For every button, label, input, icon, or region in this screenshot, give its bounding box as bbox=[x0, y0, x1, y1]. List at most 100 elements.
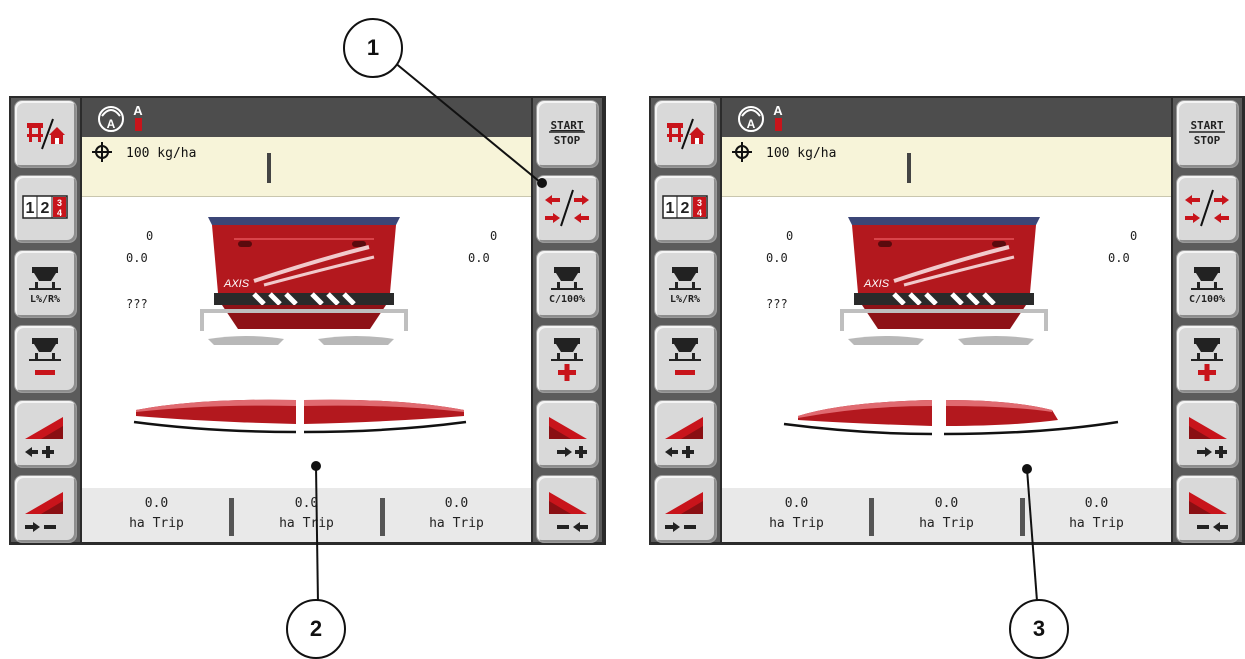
digits-button[interactable]: 1 2 3 4 bbox=[654, 175, 717, 243]
trip-value: 0.0 bbox=[934, 496, 959, 511]
spread-pattern bbox=[133, 399, 467, 434]
digit-2: 2 bbox=[41, 200, 50, 217]
gps-auto-icon: A A bbox=[98, 103, 143, 132]
decrease-right-width-button[interactable] bbox=[536, 475, 599, 543]
decrease-right-icon bbox=[549, 492, 588, 532]
increase-right-icon bbox=[1189, 417, 1227, 458]
arrows-swap-icon bbox=[1185, 189, 1229, 227]
right-flow: 0.0 bbox=[468, 251, 490, 265]
increase-right-width-button[interactable] bbox=[1176, 400, 1239, 468]
decrease-left-width-button[interactable] bbox=[14, 475, 77, 543]
svg-text:A: A bbox=[133, 103, 143, 118]
left-button-column: 1 2 3 4 L%/R% bbox=[651, 98, 720, 543]
arrows-swap-icon bbox=[545, 189, 589, 227]
trip-value: 0.0 bbox=[294, 496, 319, 511]
lr-percent-label: L%/R% bbox=[30, 294, 60, 305]
left-flow: 0.0 bbox=[766, 251, 788, 265]
spreader-machine-image: AXIS bbox=[840, 217, 1048, 345]
minus-icon bbox=[29, 338, 61, 375]
lr-percent-icon: L%/R% bbox=[669, 267, 701, 305]
decrease-rate-button[interactable] bbox=[14, 325, 77, 393]
digits-button[interactable]: 1 2 3 4 bbox=[14, 175, 77, 243]
start-stop-button[interactable]: START STOP bbox=[1176, 100, 1239, 168]
trip-counters: 0.0 ha Trip 0.0 ha Trip 0.0 ha Trip bbox=[82, 488, 531, 542]
digit-1: 1 bbox=[666, 200, 675, 217]
terminal-screen-1: 1 2 3 4 L%/R% A A 100 kg/ha 0 0.0 ??? 0 … bbox=[9, 96, 606, 545]
svg-text:A: A bbox=[773, 103, 783, 118]
spreader-machine-image: AXIS bbox=[200, 217, 408, 345]
main-display: A A 100 kg/ha 0 0.0 ??? 0 0.0 AXIS 0.0 h… bbox=[82, 98, 531, 542]
terminal-screen-2: 1 2 3 4 L%/R% A A 100 kg/ha 0 0.0 ??? 0 … bbox=[649, 96, 1245, 545]
digit-2: 2 bbox=[681, 200, 690, 217]
callout-1: 1 bbox=[343, 18, 403, 78]
lr-percent-icon: L%/R% bbox=[29, 267, 61, 305]
increase-right-icon bbox=[549, 417, 587, 458]
digit-4: 4 bbox=[57, 208, 62, 218]
trip-label: ha Trip bbox=[769, 516, 824, 531]
trip-label: ha Trip bbox=[1069, 516, 1124, 531]
plus-icon bbox=[551, 338, 583, 381]
rate-info-bar: 100 kg/ha bbox=[82, 137, 531, 197]
rate-cursor bbox=[907, 153, 911, 183]
lr-percent-label: L%/R% bbox=[670, 294, 700, 305]
digit-3: 3 bbox=[57, 198, 62, 208]
right-count: 0 bbox=[1130, 229, 1138, 243]
switch-direction-button[interactable] bbox=[1176, 175, 1239, 243]
increase-right-width-button[interactable] bbox=[536, 400, 599, 468]
c-100-label: C/100% bbox=[1189, 294, 1225, 305]
c-100-label: C/100% bbox=[549, 294, 585, 305]
decrease-right-width-button[interactable] bbox=[1176, 475, 1239, 543]
decrease-left-width-button[interactable] bbox=[654, 475, 717, 543]
right-flow: 0.0 bbox=[1108, 251, 1130, 265]
trip-counter-1: 0.0 ha Trip bbox=[82, 488, 231, 542]
start-stop-icon: START STOP bbox=[1189, 119, 1225, 147]
decrease-left-icon bbox=[665, 492, 703, 532]
digit-1: 1 bbox=[26, 200, 35, 217]
machine-brand-label: AXIS bbox=[863, 278, 890, 290]
stop-label: STOP bbox=[1194, 134, 1221, 147]
target-rate-icon bbox=[732, 142, 752, 162]
trip-counter-3: 0.0 ha Trip bbox=[382, 488, 531, 542]
callout-2: 2 bbox=[286, 599, 346, 659]
increase-left-width-button[interactable] bbox=[14, 400, 77, 468]
increase-rate-button[interactable] bbox=[1176, 325, 1239, 393]
decrease-rate-button[interactable] bbox=[654, 325, 717, 393]
gps-auto-icon: A A bbox=[738, 103, 783, 132]
trip-counters: 0.0 ha Trip 0.0 ha Trip 0.0 ha Trip bbox=[722, 488, 1171, 542]
start-stop-button[interactable]: START STOP bbox=[536, 100, 599, 168]
home-button[interactable] bbox=[654, 100, 717, 168]
start-label: START bbox=[1190, 119, 1223, 132]
status-bar: A A bbox=[722, 98, 1171, 137]
lr-percent-button[interactable]: L%/R% bbox=[654, 250, 717, 318]
rate-cursor bbox=[267, 153, 271, 183]
lr-percent-button[interactable]: L%/R% bbox=[14, 250, 77, 318]
machine-home-icon bbox=[667, 118, 705, 150]
switch-direction-button[interactable] bbox=[536, 175, 599, 243]
trip-counter-1: 0.0 ha Trip bbox=[722, 488, 871, 542]
start-stop-icon: START STOP bbox=[549, 119, 585, 147]
increase-rate-button[interactable] bbox=[536, 325, 599, 393]
trip-counter-3: 0.0 ha Trip bbox=[1022, 488, 1171, 542]
c-100-percent-button[interactable]: C/100% bbox=[536, 250, 599, 318]
c-100-percent-button[interactable]: C/100% bbox=[1176, 250, 1239, 318]
rate-info-bar: 100 kg/ha bbox=[722, 137, 1171, 197]
left-count: 0 bbox=[146, 229, 154, 243]
digit-4: 4 bbox=[697, 208, 702, 218]
left-unknown-value: ??? bbox=[126, 297, 148, 311]
increase-left-icon bbox=[665, 417, 703, 458]
svg-text:A: A bbox=[107, 117, 116, 131]
machine-home-icon bbox=[27, 118, 65, 150]
main-display: A A 100 kg/ha 0 0.0 ??? 0 0.0 AXIS 0.0 h… bbox=[722, 98, 1171, 542]
trip-value: 0.0 bbox=[444, 496, 469, 511]
digit-3: 3 bbox=[697, 198, 702, 208]
left-count: 0 bbox=[786, 229, 794, 243]
c-100-percent-icon: C/100% bbox=[549, 267, 585, 305]
trip-value: 0.0 bbox=[784, 496, 809, 511]
increase-left-width-button[interactable] bbox=[654, 400, 717, 468]
target-rate-icon bbox=[92, 142, 112, 162]
status-bar: A A bbox=[82, 98, 531, 137]
trip-value: 0.0 bbox=[1084, 496, 1109, 511]
trip-counter-2: 0.0 ha Trip bbox=[872, 488, 1021, 542]
home-button[interactable] bbox=[14, 100, 77, 168]
digits-1234-icon: 1 2 3 4 bbox=[662, 195, 708, 219]
